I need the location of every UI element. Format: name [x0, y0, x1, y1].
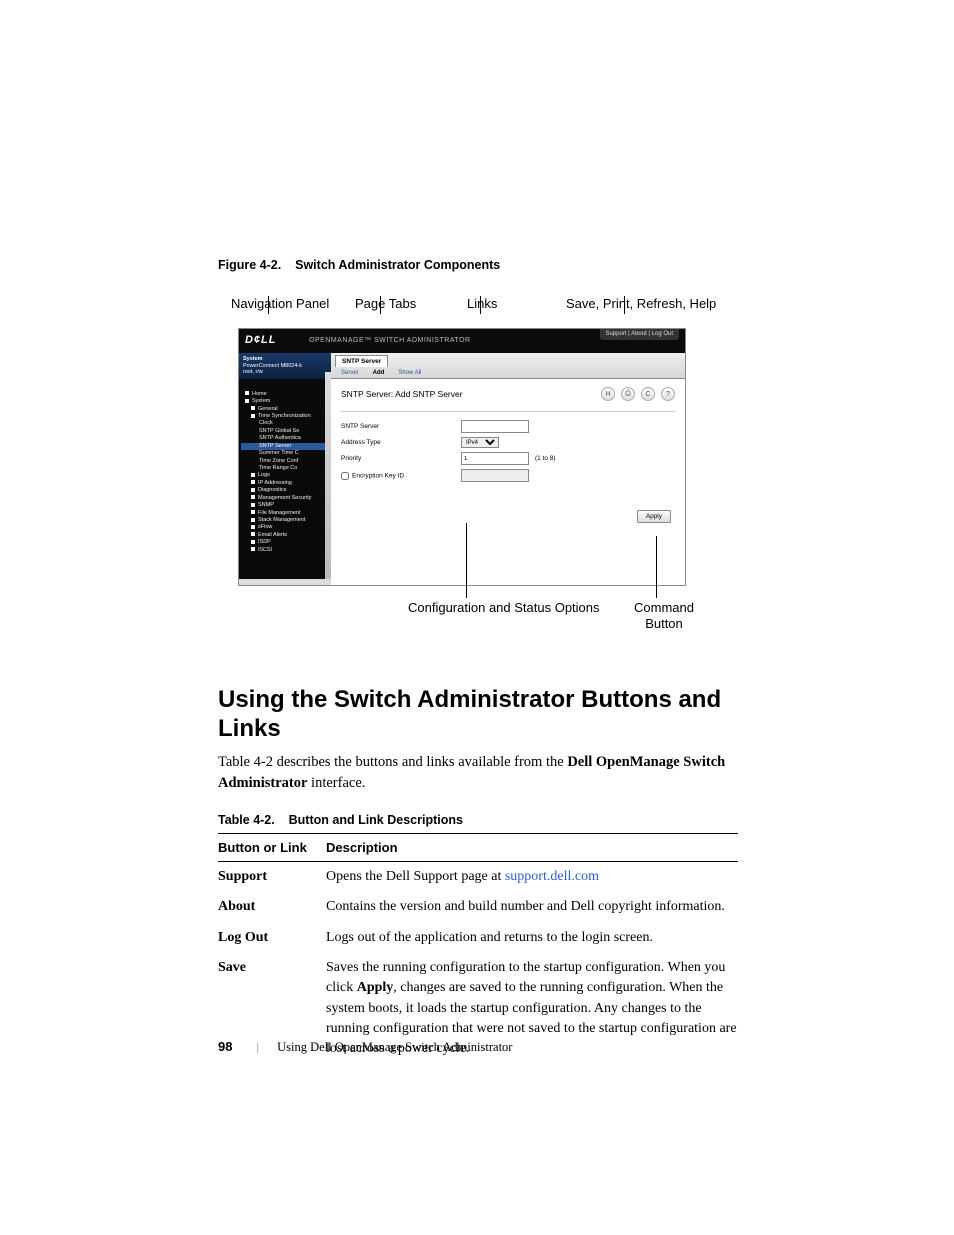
figure-number: Figure 4-2.: [218, 258, 281, 272]
th-description: Description: [326, 834, 738, 862]
refresh-icon[interactable]: C: [641, 387, 655, 401]
label-encryption: Encryption Key ID: [341, 472, 461, 480]
annotation-icons: Save, Print, Refresh, Help: [566, 296, 716, 311]
nav-system-header: System PowerConnect M8024-k root, r/w: [239, 353, 331, 379]
nav-item[interactable]: File Management: [241, 510, 329, 517]
nav-item[interactable]: General: [241, 406, 329, 413]
nav-item[interactable]: ISDP: [241, 539, 329, 546]
table-caption: Table 4-2. Button and Link Descriptions: [218, 813, 738, 827]
annotations-top: Navigation Panel Page Tabs Links Save, P…: [218, 296, 738, 328]
nav-item[interactable]: Diagnostics: [241, 487, 329, 494]
section-body: Table 4-2 describes the buttons and link…: [218, 752, 738, 796]
nav-panel[interactable]: System PowerConnect M8024-k root, r/w Ho…: [239, 353, 331, 585]
page-tabs: SNTP Server Server Add Show All: [331, 353, 685, 379]
page-title: SNTP Server: Add SNTP Server: [341, 389, 463, 399]
description-table: Button or Link Description Support Opens…: [218, 833, 738, 1064]
dell-logo: D¢LL: [245, 334, 277, 346]
figure-caption: Figure 4-2. Switch Administrator Compone…: [218, 258, 738, 272]
nav-item[interactable]: Management Security: [241, 495, 329, 502]
nav-item[interactable]: sFlow: [241, 524, 329, 531]
save-icon[interactable]: H: [601, 387, 615, 401]
priority-hint: (1 to 8): [535, 455, 556, 462]
encryption-key-input[interactable]: [461, 469, 529, 482]
nav-item[interactable]: SNTP Server: [241, 443, 329, 450]
page-number: 98: [218, 1039, 232, 1054]
nav-item[interactable]: Time Synchronization: [241, 413, 329, 420]
priority-input[interactable]: [461, 452, 529, 465]
label-address-type: Address Type: [341, 439, 461, 446]
nav-item[interactable]: Summer Time C: [241, 450, 329, 457]
annotation-command: CommandButton: [634, 600, 694, 633]
nav-item[interactable]: IP Addressing: [241, 480, 329, 487]
nav-item[interactable]: SNTP Global Se: [241, 428, 329, 435]
nav-item[interactable]: System: [241, 398, 329, 405]
th-button: Button or Link: [218, 834, 326, 862]
annotation-links: Links: [467, 296, 497, 311]
sntp-server-input[interactable]: [461, 420, 529, 433]
annotations-bottom: Configuration and Status Options Command…: [218, 586, 738, 624]
config-form: SNTP Server Address Type IPv4 Priority (…: [341, 411, 675, 484]
print-icon[interactable]: ⎙: [621, 387, 635, 401]
nav-item[interactable]: SNTP Authentica: [241, 435, 329, 442]
sub-tab[interactable]: Show All: [398, 370, 421, 376]
help-icon[interactable]: ?: [661, 387, 675, 401]
nav-tree[interactable]: HomeSystemGeneralTime SynchronizationClo…: [239, 379, 331, 554]
page-footer: 98 | Using Dell OpenManage Switch Admini…: [218, 1039, 512, 1055]
nav-item[interactable]: Email Alerts: [241, 532, 329, 539]
main-panel: SNTP Server Server Add Show All SNTP Serve…: [331, 353, 685, 585]
tab-primary[interactable]: SNTP Server: [335, 355, 388, 367]
table-row: About Contains the version and build num…: [218, 892, 738, 922]
table-row: Log Out Logs out of the application and …: [218, 923, 738, 953]
nav-item[interactable]: SNMP: [241, 502, 329, 509]
encryption-checkbox[interactable]: [341, 472, 349, 480]
sub-tab[interactable]: Server: [341, 370, 359, 376]
header-links[interactable]: Support | About | Log Out: [600, 329, 680, 340]
label-priority: Priority: [341, 455, 461, 462]
nav-item[interactable]: Stack Management: [241, 517, 329, 524]
app-topbar: D¢LL OPENMANAGE™ SWITCH ADMINISTRATOR Su…: [239, 329, 685, 353]
toolbar-icons: H ⎙ C ?: [601, 387, 675, 401]
nav-item[interactable]: Clock: [241, 420, 329, 427]
nav-item[interactable]: Time Range Co: [241, 465, 329, 472]
section-heading: Using the Switch Administrator Buttons a…: [218, 686, 738, 744]
figure-title: Switch Administrator Components: [295, 258, 500, 272]
scrollbar-horizontal[interactable]: [239, 579, 331, 585]
annotation-nav: Navigation Panel: [231, 296, 329, 311]
footer-separator: |: [256, 1039, 259, 1055]
annotation-tabs: Page Tabs: [355, 296, 416, 311]
sub-tabs[interactable]: Server Add Show All: [335, 367, 681, 378]
sub-tab[interactable]: Add: [373, 370, 385, 376]
support-link[interactable]: support.dell.com: [505, 869, 599, 884]
footer-text: Using Dell OpenManage Switch Administrat…: [277, 1040, 512, 1055]
screenshot: D¢LL OPENMANAGE™ SWITCH ADMINISTRATOR Su…: [238, 328, 686, 586]
nav-item[interactable]: Logs: [241, 472, 329, 479]
nav-item[interactable]: Time Zone Conf: [241, 458, 329, 465]
label-sntp-server: SNTP Server: [341, 423, 461, 430]
address-type-select[interactable]: IPv4: [461, 437, 499, 448]
app-title: OPENMANAGE™ SWITCH ADMINISTRATOR: [309, 337, 471, 344]
annotation-config: Configuration and Status Options: [408, 600, 600, 615]
apply-button[interactable]: Apply: [637, 510, 671, 523]
nav-item[interactable]: iSCSI: [241, 547, 329, 554]
nav-item[interactable]: Home: [241, 391, 329, 398]
table-row: Support Opens the Dell Support page at s…: [218, 862, 738, 893]
